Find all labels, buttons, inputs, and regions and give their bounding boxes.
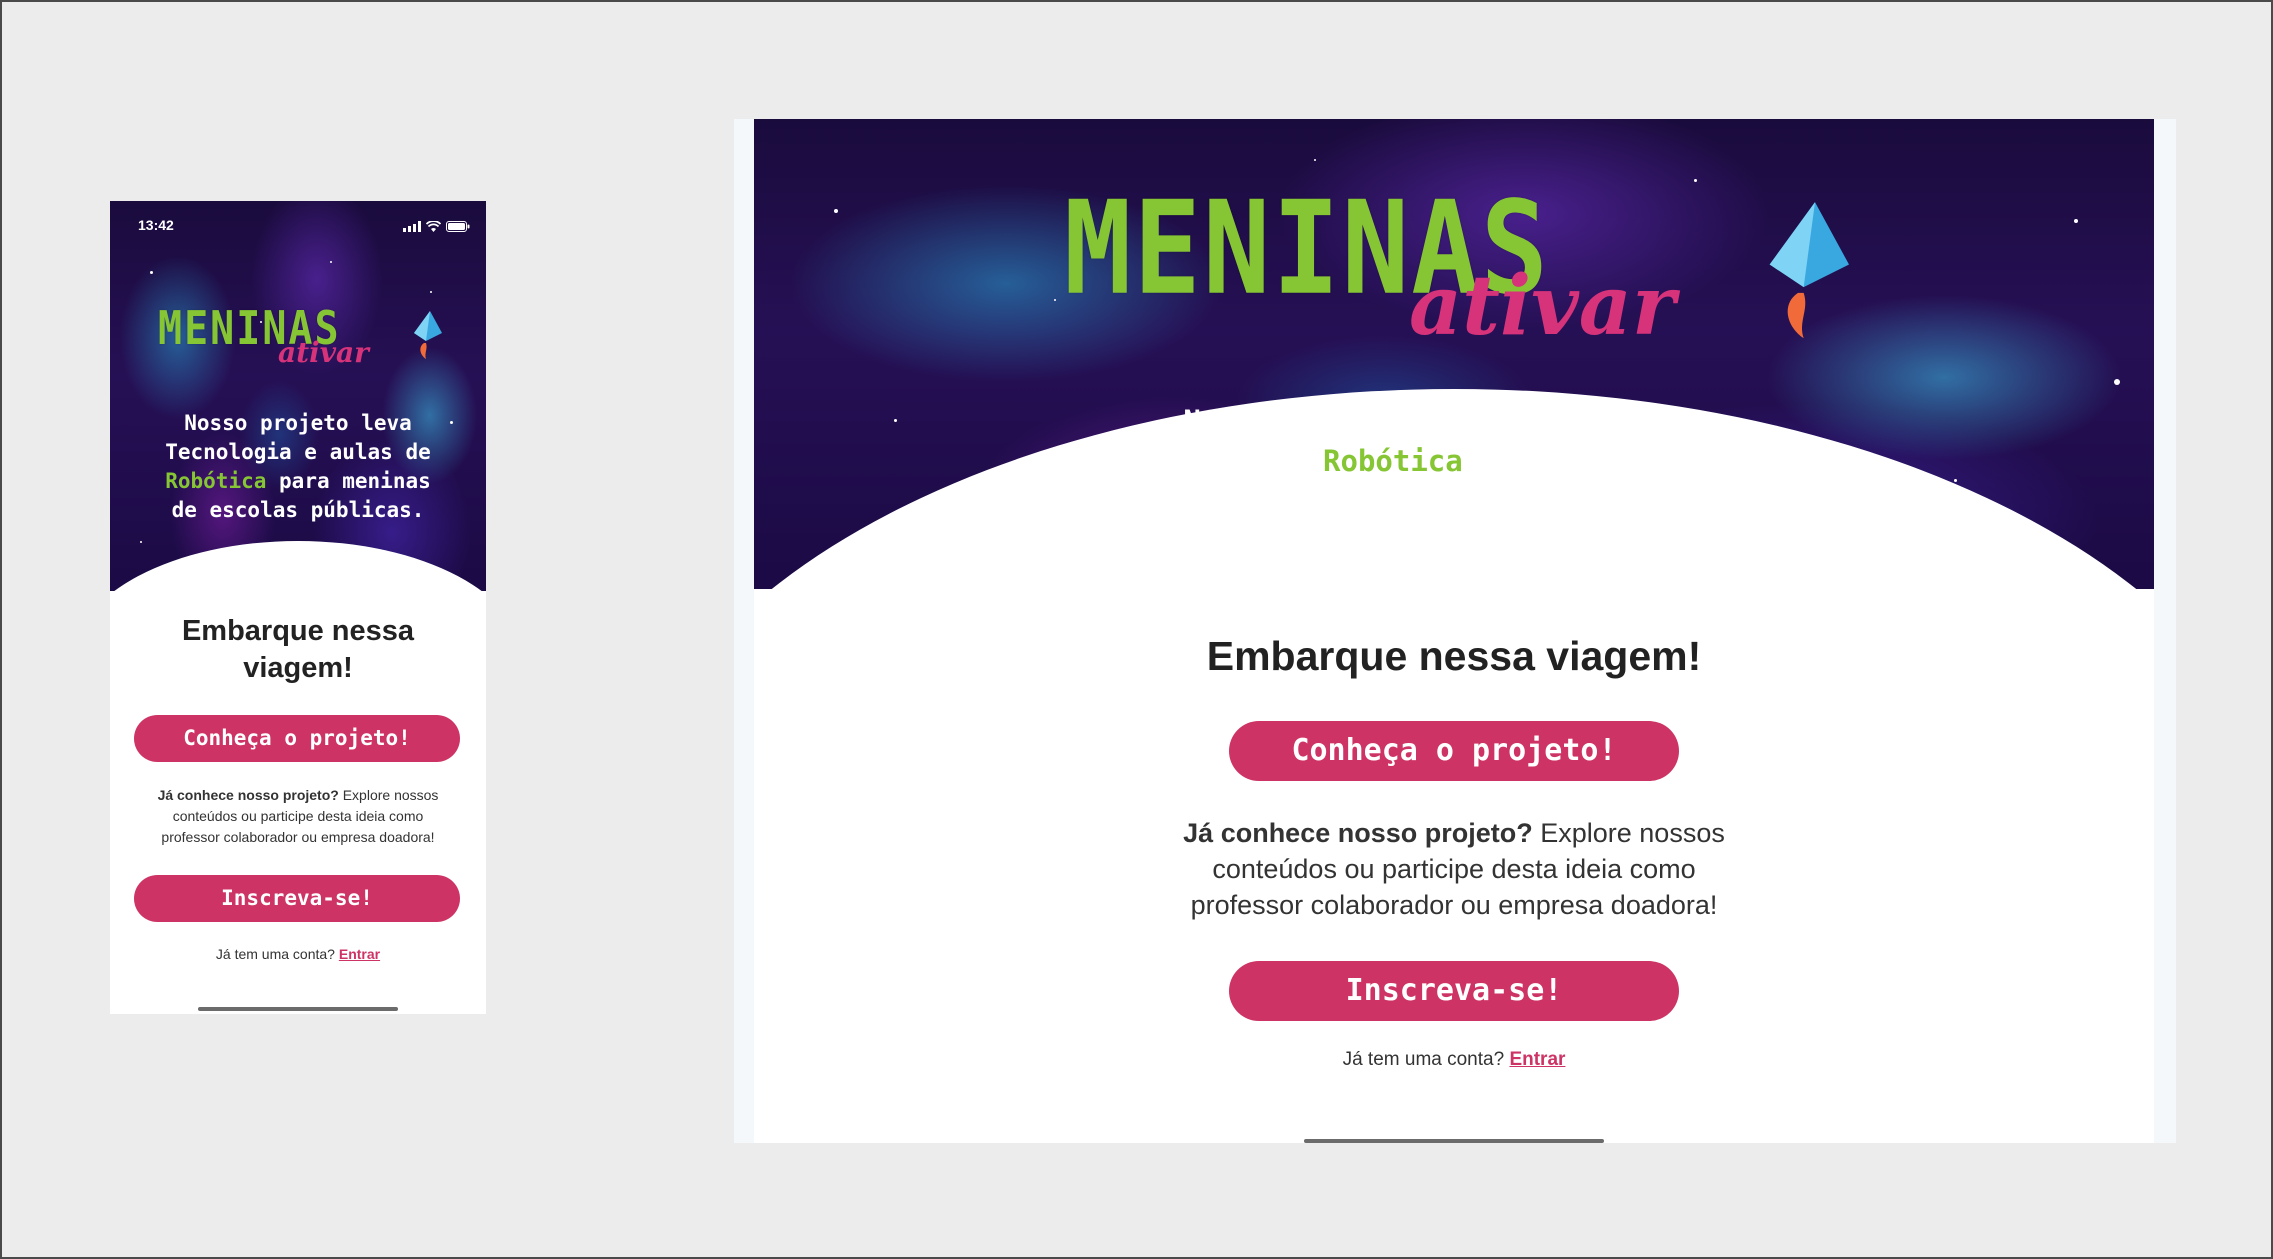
hero-curve	[110, 541, 486, 591]
brand-logo: MENINAS ativar	[158, 306, 448, 369]
intro-text: Nosso projeto leva Tecnologia e aulas de…	[1165, 404, 1743, 518]
home-indicator	[1304, 1139, 1604, 1143]
tablet-screen: MENINAS ativar Nosso projeto leva Tecnol…	[754, 119, 2154, 1143]
status-time: 13:42	[138, 217, 174, 233]
cta-heading: Embarque nessa viagem!	[1206, 633, 1702, 679]
cta-heading: Embarque nessa viagem!	[181, 615, 415, 684]
know-project-button[interactable]: Conheça o projeto!	[134, 715, 460, 762]
intro-text: Nosso projeto leva Tecnologia e aulas de…	[165, 411, 431, 522]
wifi-icon	[425, 219, 442, 235]
login-prompt: Já tem uma conta? Entrar	[1342, 1049, 1566, 1070]
brand-sub: ativar	[1409, 258, 1676, 354]
intro-highlight: Robótica	[1323, 444, 1463, 478]
tablet-frame: MENINAS ativar Nosso projeto leva Tecnol…	[734, 119, 2176, 1143]
signal-icon	[403, 219, 421, 235]
login-link[interactable]: Entrar	[339, 946, 380, 962]
brand-logo: MENINAS ativar	[1064, 185, 1849, 363]
login-prompt: Já tem uma conta? Entrar	[215, 946, 381, 962]
status-bar: 13:42	[110, 215, 486, 235]
cta-description: Já conhece nosso projeto? Explore nossos…	[157, 787, 439, 845]
space-hero-background	[110, 201, 486, 591]
cta-description: Já conhece nosso projeto? Explore nossos…	[1183, 818, 1725, 920]
mobile-screen: 13:42 MENINAS ativar Nosso projeto leva …	[110, 201, 486, 1014]
signup-button[interactable]: Inscreva-se!	[1229, 961, 1679, 1021]
signup-button[interactable]: Inscreva-se!	[134, 875, 460, 922]
rocket-icon	[412, 311, 442, 366]
brand-sub: ativar	[278, 336, 369, 369]
home-indicator	[198, 1007, 398, 1011]
login-link[interactable]: Entrar	[1509, 1049, 1565, 1070]
rocket-icon	[1764, 193, 1849, 358]
intro-highlight: Robótica	[165, 469, 267, 493]
battery-icon	[446, 219, 470, 235]
know-project-button[interactable]: Conheça o projeto!	[1229, 721, 1679, 781]
